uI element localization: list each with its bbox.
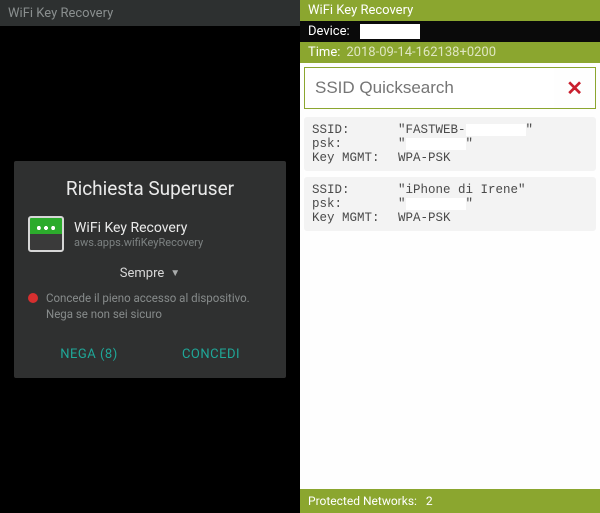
network-card[interactable]: SSID:"FASTWEB-" psk:"" Key MGMT:WPA-PSK [304, 117, 596, 171]
keymgmt-label: Key MGMT: [312, 151, 398, 165]
titlebar-left: WiFi Key Recovery [0, 0, 300, 26]
app-package: aws.apps.wifiKeyRecovery [74, 236, 203, 249]
titlebar-right: WiFi Key Recovery [300, 0, 600, 21]
keymgmt-value: WPA-PSK [398, 151, 451, 165]
allow-button[interactable]: CONCEDI [150, 337, 272, 372]
chevron-down-icon: ▼ [170, 268, 180, 279]
psk-label: psk: [312, 197, 398, 211]
search-row: ✕ [304, 67, 596, 109]
keymgmt-value: WPA-PSK [398, 211, 451, 225]
ssid-label: SSID: [312, 183, 398, 197]
network-list[interactable]: SSID:"FASTWEB-" psk:"" Key MGMT:WPA-PSK … [300, 113, 600, 489]
warning-row: Concede il pieno accesso al dispositivo.… [28, 291, 272, 322]
ssid-value: "FASTWEB-" [398, 123, 533, 137]
ssid-value: "iPhone di Irene" [398, 183, 526, 197]
requesting-app-row: WiFi Key Recovery aws.apps.wifiKeyRecove… [28, 216, 272, 252]
deny-button[interactable]: NEGA (8) [28, 337, 150, 372]
clear-search-button[interactable]: ✕ [554, 68, 595, 108]
app-icon [28, 216, 64, 252]
time-row: Time: 2018-09-14-162138+0200 [300, 42, 600, 63]
app-name: WiFi Key Recovery [74, 220, 203, 236]
ssid-label: SSID: [312, 123, 398, 137]
keymgmt-label: Key MGMT: [312, 211, 398, 225]
ssid-search-input[interactable] [305, 68, 554, 108]
device-label: Device: [308, 24, 350, 39]
time-value: 2018-09-14-162138+0200 [346, 45, 496, 60]
bottom-status-bar: Protected Networks: 2 [300, 489, 600, 513]
dialog-title: Richiesta Superuser [28, 177, 272, 200]
psk-value: "" [398, 137, 473, 151]
network-card[interactable]: SSID:"iPhone di Irene" psk:"" Key MGMT:W… [304, 177, 596, 231]
duration-dropdown[interactable]: Sempre ▼ [28, 266, 272, 281]
superuser-dialog-backdrop: Richiesta Superuser WiFi Key Recovery aw… [0, 26, 300, 513]
device-value [360, 24, 420, 39]
footer-label: Protected Networks: [308, 494, 417, 508]
superuser-dialog: Richiesta Superuser WiFi Key Recovery aw… [14, 161, 286, 377]
duration-label: Sempre [120, 266, 165, 281]
time-label: Time: [308, 45, 340, 60]
footer-count: 2 [426, 494, 433, 508]
warning-text: Concede il pieno accesso al dispositivo.… [46, 291, 272, 322]
device-row: Device: [300, 21, 600, 42]
psk-value: "" [398, 197, 473, 211]
psk-label: psk: [312, 137, 398, 151]
warning-icon [28, 293, 38, 303]
